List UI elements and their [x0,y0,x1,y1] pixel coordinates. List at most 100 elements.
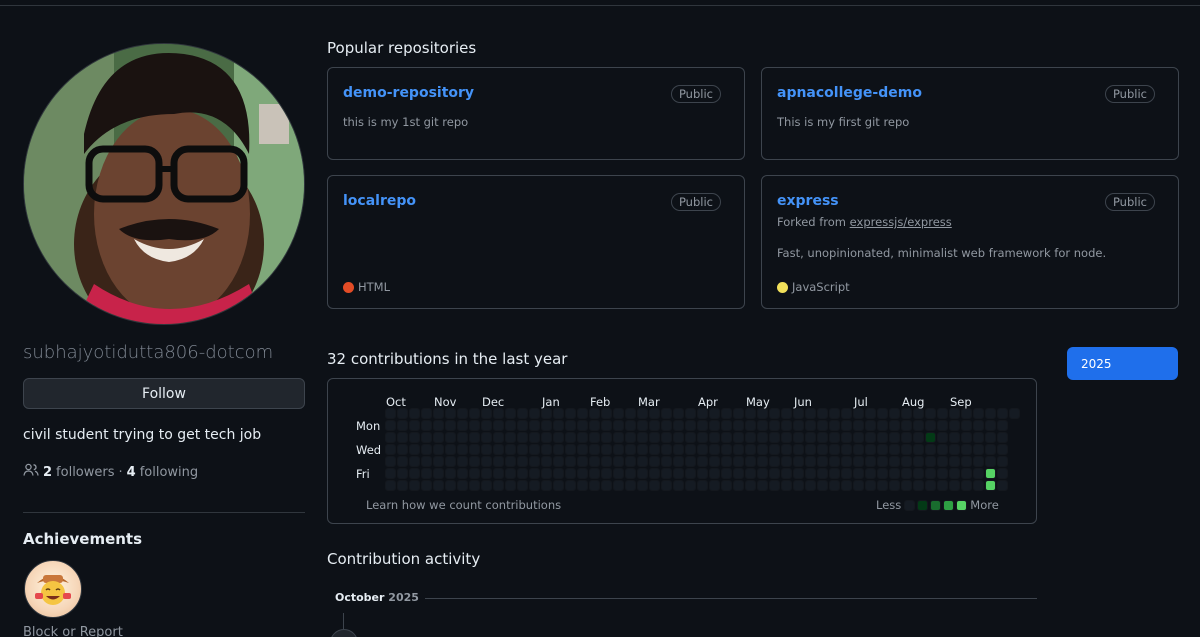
contribution-day-cell[interactable] [722,409,731,418]
contribution-day-cell[interactable] [926,421,935,430]
contribution-day-cell[interactable] [722,481,731,490]
contribution-day-cell[interactable] [518,469,527,478]
contribution-day-cell[interactable] [842,433,851,442]
contribution-day-cell[interactable] [770,421,779,430]
contribution-day-cell[interactable] [626,433,635,442]
contribution-day-cell[interactable] [830,409,839,418]
contribution-day-cell[interactable] [578,469,587,478]
contribution-day-cell[interactable] [482,433,491,442]
contribution-day-cell[interactable] [962,457,971,466]
contribution-day-cell[interactable] [542,421,551,430]
contribution-day-cell[interactable] [830,433,839,442]
contribution-day-cell[interactable] [842,457,851,466]
contribution-day-cell[interactable] [902,409,911,418]
contribution-day-cell[interactable] [398,433,407,442]
contribution-day-cell[interactable] [770,457,779,466]
contribution-day-cell[interactable] [734,421,743,430]
contribution-day-cell[interactable] [710,445,719,454]
contribution-day-cell[interactable] [746,457,755,466]
contribution-day-cell[interactable] [578,421,587,430]
contribution-day-cell[interactable] [458,433,467,442]
contribution-day-cell[interactable] [914,469,923,478]
repo-link[interactable]: express [777,193,839,209]
contribution-day-cell[interactable] [614,481,623,490]
contribution-day-cell[interactable] [974,445,983,454]
contribution-day-cell[interactable] [422,445,431,454]
contribution-day-cell[interactable] [710,433,719,442]
contribution-day-cell[interactable] [650,421,659,430]
contribution-day-cell[interactable] [962,445,971,454]
contribution-day-cell[interactable] [590,421,599,430]
contribution-day-cell[interactable] [662,469,671,478]
contribution-day-cell[interactable] [698,481,707,490]
year-button-2025[interactable]: 2025 [1067,347,1178,380]
contribution-day-cell[interactable] [770,445,779,454]
contribution-day-cell[interactable] [626,409,635,418]
contribution-day-cell[interactable] [974,433,983,442]
contribution-day-cell[interactable] [590,433,599,442]
contribution-day-cell[interactable] [866,445,875,454]
contribution-day-cell[interactable] [482,445,491,454]
contribution-day-cell[interactable] [902,457,911,466]
contribution-day-cell[interactable] [446,481,455,490]
contribution-day-cell[interactable] [854,421,863,430]
contribution-day-cell[interactable] [662,409,671,418]
contribution-day-cell[interactable] [542,445,551,454]
contribution-day-cell[interactable] [770,433,779,442]
contribution-day-cell[interactable] [938,445,947,454]
contribution-day-cell[interactable] [398,457,407,466]
contribution-day-cell[interactable] [614,445,623,454]
contribution-day-cell[interactable] [386,457,395,466]
contribution-day-cell[interactable] [542,457,551,466]
contribution-day-cell[interactable] [482,421,491,430]
contribution-day-cell[interactable] [686,445,695,454]
contribution-day-cell[interactable] [482,457,491,466]
contribution-day-cell[interactable] [890,445,899,454]
contribution-day-cell[interactable] [578,445,587,454]
contribution-day-cell[interactable] [410,409,419,418]
contribution-day-cell[interactable] [902,469,911,478]
contribution-day-cell[interactable] [446,469,455,478]
contribution-day-cell[interactable] [842,469,851,478]
contribution-day-cell[interactable] [746,445,755,454]
contribution-day-cell[interactable] [542,469,551,478]
contribution-day-cell[interactable] [818,433,827,442]
contribution-day-cell[interactable] [878,409,887,418]
contribution-day-cell[interactable] [938,421,947,430]
contribution-day-cell[interactable] [722,433,731,442]
contribution-day-cell[interactable] [506,469,515,478]
contribution-day-cell[interactable] [602,481,611,490]
contribution-day-cell[interactable] [734,409,743,418]
contribution-day-cell[interactable] [482,469,491,478]
contribution-day-cell[interactable] [962,421,971,430]
contribution-day-cell[interactable] [842,409,851,418]
contribution-day-cell[interactable] [650,445,659,454]
contribution-day-cell[interactable] [866,481,875,490]
contribution-day-cell[interactable] [566,421,575,430]
contribution-day-cell[interactable] [506,433,515,442]
contribution-day-cell[interactable] [662,433,671,442]
contribution-day-cell[interactable] [890,457,899,466]
contribution-day-cell[interactable] [590,469,599,478]
contribution-day-cell[interactable] [926,445,935,454]
contribution-day-cell[interactable] [386,421,395,430]
contribution-day-cell[interactable] [662,445,671,454]
contribution-day-cell[interactable] [1010,409,1019,418]
contribution-day-cell[interactable] [434,409,443,418]
contribution-day-cell[interactable] [878,481,887,490]
repo-link[interactable]: apnacollege-demo [777,85,922,101]
contribution-day-cell[interactable] [794,409,803,418]
contribution-day-cell[interactable] [854,409,863,418]
contribution-day-cell[interactable] [434,445,443,454]
contribution-day-cell[interactable] [638,433,647,442]
contribution-day-cell[interactable] [938,433,947,442]
learn-contributions-link[interactable]: Learn how we count contributions [366,498,561,512]
contribution-day-cell[interactable] [626,445,635,454]
contribution-day-cell[interactable] [902,481,911,490]
contribution-day-cell[interactable] [986,469,995,478]
contribution-day-cell[interactable] [398,469,407,478]
contribution-day-cell[interactable] [530,457,539,466]
contribution-day-cell[interactable] [518,421,527,430]
contribution-day-cell[interactable] [554,481,563,490]
contribution-day-cell[interactable] [422,433,431,442]
